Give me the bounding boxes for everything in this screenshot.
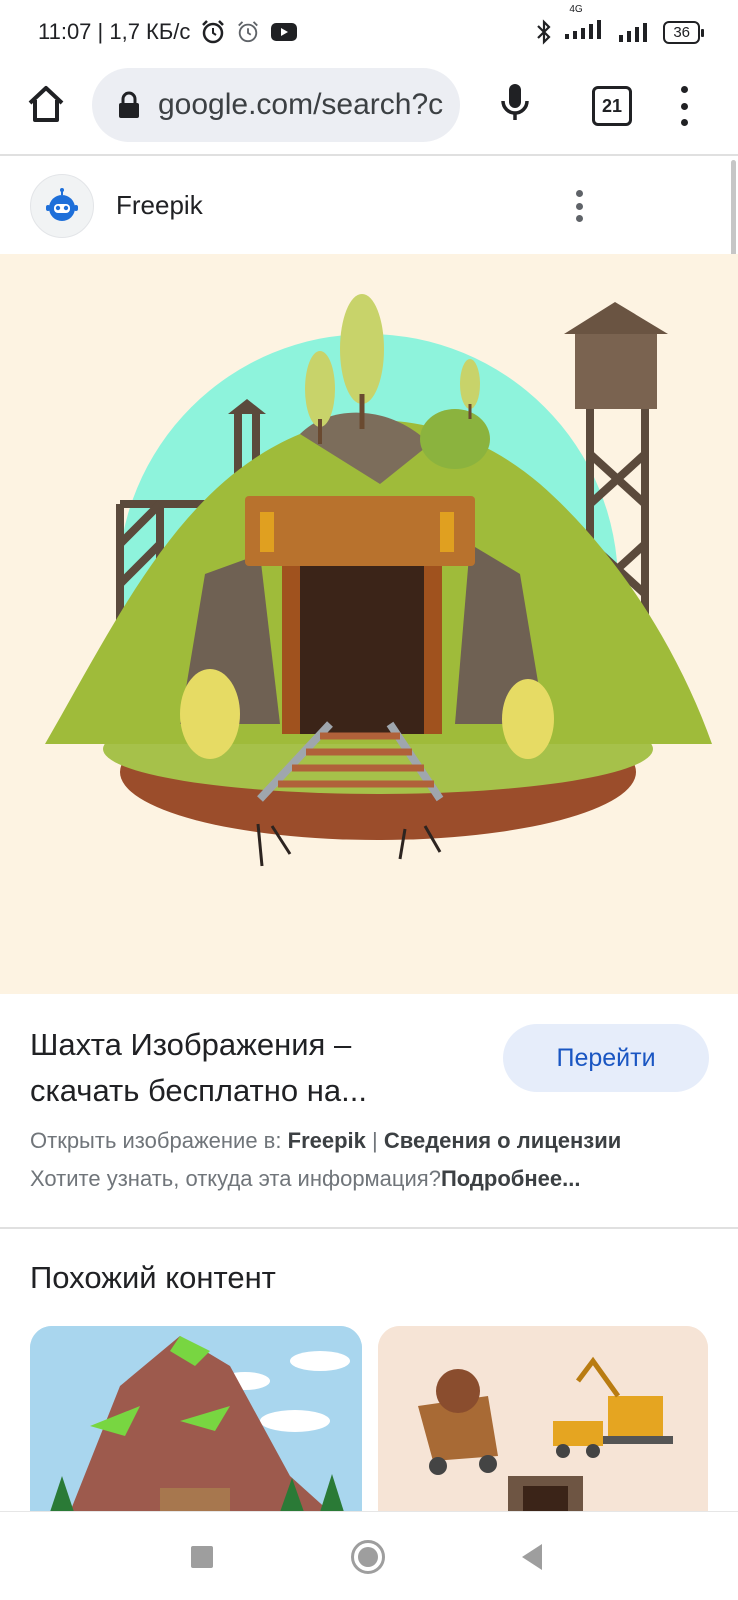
alarm-icon [202,20,225,44]
signal-4g: 4G [563,4,607,46]
signal-icon [565,20,602,39]
signal-icon [619,23,648,42]
result-title-line1: Шахта Изображения – [30,1027,352,1062]
network-label: 4G [569,4,583,15]
lock-icon[interactable] [118,91,140,119]
recents-square-icon[interactable] [191,1546,213,1568]
more-vert-icon[interactable] [572,190,586,222]
mining-vehicles-illustration [378,1326,708,1512]
similar-thumbnail[interactable] [30,1326,362,1512]
freepik-logo[interactable] [30,174,94,238]
open-in-line: Открыть изображение в: Freepik | Сведени… [30,1128,621,1154]
mic-icon[interactable] [500,82,530,124]
more-link[interactable]: Подробнее... [441,1166,581,1191]
info-question: Хотите узнать, откуда эта информация? [30,1166,441,1191]
system-nav-bar [0,1511,738,1600]
visit-button[interactable]: Перейти [503,1024,709,1092]
license-link[interactable]: Сведения о лицензии [384,1128,621,1153]
freepik-robot-icon [46,188,78,221]
mountain-mine-illustration [30,1326,362,1512]
result-image[interactable] [0,254,738,994]
home-circle-icon[interactable] [351,1540,385,1574]
open-in-label: Открыть изображение в: [30,1128,282,1153]
back-triangle-icon[interactable] [522,1544,542,1570]
status-left: 11:07 | 1,7 КБ/с [38,19,298,45]
similar-thumbnail[interactable] [378,1326,708,1512]
result-title-line2: скачать бесплатно на... [30,1073,367,1108]
youtube-icon [271,23,298,41]
more-vert-icon[interactable] [676,86,692,126]
source-name[interactable]: Freepik [116,190,203,221]
battery-indicator: 36 [663,20,704,44]
status-bar: 11:07 | 1,7 КБ/с 4G 36 [0,0,738,64]
divider [0,1227,738,1229]
alarm-icon [238,21,259,43]
home-icon[interactable] [24,82,68,126]
open-in-site-link[interactable]: Freepik [288,1128,366,1153]
info-line: Хотите узнать, откуда эта информация?Под… [30,1166,580,1192]
browser-toolbar: google.com/search?c 21 [0,64,738,156]
mine-illustration [0,254,738,994]
status-right: 4G 36 [535,4,704,46]
time-speed-text: 11:07 | 1,7 КБ/с [38,19,191,44]
address-bar[interactable]: google.com/search?c [92,68,460,142]
url-text[interactable]: google.com/search?c [158,88,443,122]
bluetooth-icon [537,19,551,45]
tabs-button[interactable]: 21 [592,86,632,126]
result-title[interactable]: Шахта Изображения – скачать бесплатно на… [30,1022,460,1114]
separator: | [372,1128,378,1153]
source-header: Freepik [0,158,738,254]
similar-heading: Похожий контент [30,1260,276,1295]
